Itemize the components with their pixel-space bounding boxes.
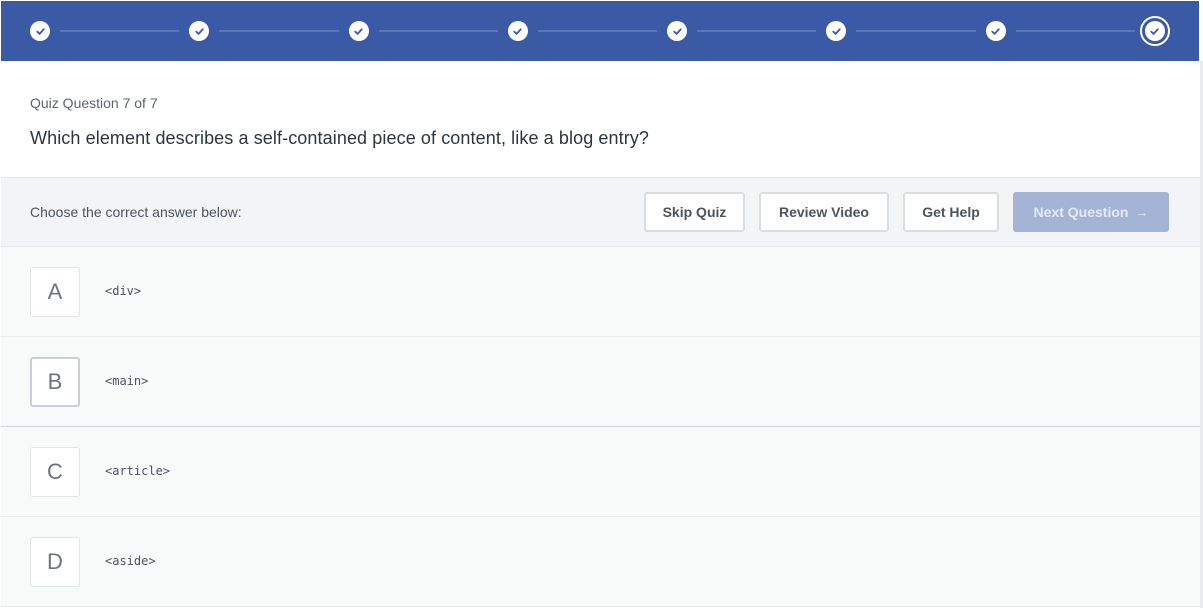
current-step-ring [1139,16,1170,46]
check-icon [985,21,1006,41]
progress-step-6 [826,21,847,41]
check-icon [826,21,847,41]
answer-text: <div> [105,284,142,298]
progress-step-3 [348,21,369,41]
answer-text: <aside> [105,554,156,568]
answer-toolbar: Choose the correct answer below: Skip Qu… [1,177,1200,247]
check-icon [1144,21,1165,41]
answer-letter: D [30,537,80,587]
progress-step-4 [507,21,528,41]
question-counter: Quiz Question 7 of 7 [30,95,158,111]
progress-connector [697,30,817,32]
quiz-progress-bar [1,1,1199,61]
answer-option-a[interactable]: A <div> [1,247,1200,337]
review-video-button[interactable]: Review Video [759,192,889,232]
get-help-button[interactable]: Get Help [903,192,999,232]
answer-instruction: Choose the correct answer below: [30,204,242,220]
answer-letter: A [30,267,80,317]
progress-step-2 [189,21,210,41]
check-icon [30,21,50,41]
check-icon [189,21,210,41]
question-header: Quiz Question 7 of 7 Which element descr… [1,61,1200,177]
question-text: Which element describes a self-contained… [30,128,650,148]
progress-connector [60,30,180,32]
answer-option-b[interactable]: B <main> [1,337,1200,427]
progress-connector [856,30,976,32]
arrow-right-icon: → [1134,204,1149,220]
progress-connector [378,30,498,32]
answer-option-d[interactable]: D <aside> [1,517,1200,607]
answer-text: <article> [105,464,171,478]
skip-quiz-button[interactable]: Skip Quiz [644,192,745,232]
answer-option-c[interactable]: C <article> [1,427,1200,517]
check-icon [348,21,369,41]
progress-step-8-current [1139,16,1170,46]
progress-connector [1015,30,1135,32]
progress-step-7 [985,21,1006,41]
check-icon [507,21,528,41]
next-question-label: Next Question [1033,204,1129,220]
answer-list: A <div> B <main> C <article> D <aside> [1,247,1200,607]
next-question-button[interactable]: Next Question → [1013,192,1169,232]
progress-step-5 [667,21,688,41]
answer-text: <main> [105,374,149,388]
check-icon [667,21,688,41]
progress-connector [537,30,658,32]
answer-letter: B [30,357,80,407]
progress-connector [219,30,339,32]
answer-letter: C [30,447,80,497]
progress-step-1 [30,21,50,41]
